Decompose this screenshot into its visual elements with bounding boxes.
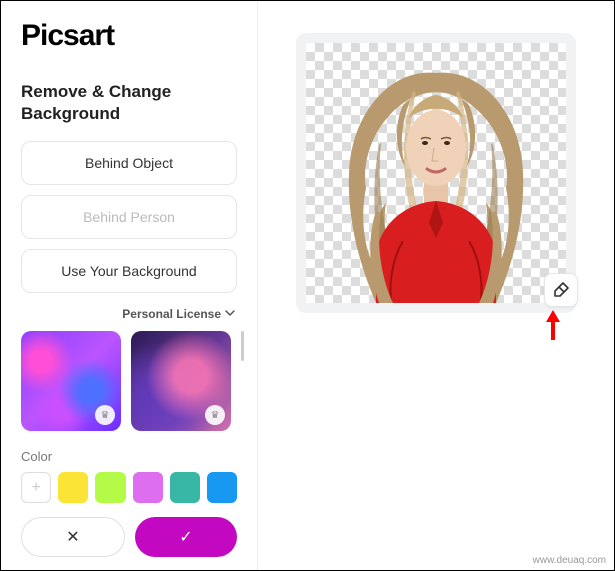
add-color-swatch[interactable]: + [21,472,51,503]
pointer-arrow-icon [544,310,562,345]
action-bar: ✕ ✓ [21,517,237,557]
sidebar: Picsart Remove & Change Background Behin… [1,1,257,570]
canvas-frame [296,33,576,313]
color-swatch-magenta[interactable] [133,472,163,503]
section-title: Remove & Change Background [21,81,237,125]
watermark: www.deuaq.com [533,555,606,566]
color-swatch-yellow[interactable] [58,472,88,503]
color-swatch-lime[interactable] [95,472,125,503]
confirm-button[interactable]: ✓ [135,517,237,557]
chevron-down-icon [225,307,235,321]
license-dropdown[interactable]: Personal License [21,307,235,321]
premium-badge-icon: ♛ [205,405,225,425]
use-your-background-button[interactable]: Use Your Background [21,249,237,293]
color-swatches: + [21,472,237,503]
scrollbar[interactable] [241,331,244,361]
behind-object-button[interactable]: Behind Object [21,141,237,185]
license-label: Personal License [122,307,221,321]
premium-badge-icon: ♛ [95,405,115,425]
background-thumb-1[interactable]: ♛ [21,331,121,431]
canvas-area [258,1,614,570]
color-swatch-teal[interactable] [170,472,200,503]
transparent-background[interactable] [306,43,566,303]
cancel-button[interactable]: ✕ [21,517,125,557]
eraser-icon [552,281,570,299]
background-thumb-2[interactable]: ♛ [131,331,231,431]
subject-image [321,63,551,303]
brand-logo: Picsart [21,19,237,53]
color-section-label: Color [21,449,237,464]
eraser-tool-button[interactable] [544,273,578,307]
color-swatch-blue[interactable] [207,472,237,503]
behind-person-button[interactable]: Behind Person [21,195,237,239]
background-thumbnails: ♛ ♛ [21,331,237,431]
